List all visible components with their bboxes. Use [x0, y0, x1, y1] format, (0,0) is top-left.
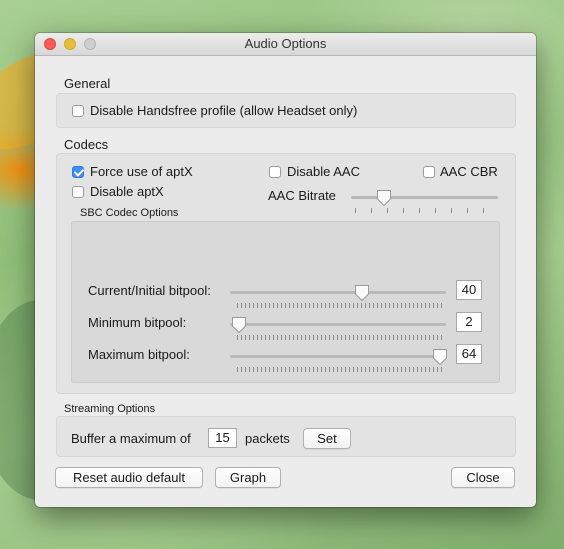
current-bitpool-label: Current/Initial bitpool:	[88, 283, 211, 298]
disable-aac-label[interactable]: Disable AAC	[287, 164, 360, 179]
general-heading: General	[64, 76, 111, 91]
disable-aptx-checkbox[interactable]	[72, 186, 84, 198]
minimum-bitpool-slider-thumb[interactable]	[231, 316, 247, 334]
maximum-bitpool-ticks	[237, 367, 443, 372]
general-box: Disable Handsfree profile (allow Headset…	[56, 93, 516, 128]
codecs-heading: Codecs	[64, 137, 109, 152]
streaming-box: Buffer a maximum of 15 packets Set	[56, 416, 516, 457]
disable-handsfree-label[interactable]: Disable Handsfree profile (allow Headset…	[90, 103, 357, 118]
maximum-bitpool-field[interactable]: 64	[456, 344, 482, 364]
maximum-bitpool-slider-thumb[interactable]	[432, 348, 448, 366]
aac-cbr-label[interactable]: AAC CBR	[440, 164, 498, 179]
streaming-options-heading: Streaming Options	[64, 403, 156, 415]
codecs-box: Force use of aptX Disable aptX Disable A…	[56, 153, 516, 394]
aac-bitrate-slider-thumb[interactable]	[376, 189, 392, 207]
zoom-window-button[interactable]	[84, 38, 96, 50]
aac-bitrate-label: AAC Bitrate	[268, 188, 336, 203]
current-bitpool-ticks	[237, 303, 443, 308]
current-bitpool-field[interactable]: 40	[456, 280, 482, 300]
set-buffer-button[interactable]: Set	[303, 428, 351, 449]
force-aptx-checkbox[interactable]	[72, 166, 84, 178]
buffer-prefix-label: Buffer a maximum of	[71, 431, 191, 446]
sbc-options-heading: SBC Codec Options	[80, 207, 179, 219]
title-bar[interactable]: Audio Options	[35, 33, 536, 56]
force-aptx-label[interactable]: Force use of aptX	[90, 164, 193, 179]
disable-handsfree-checkbox[interactable]	[72, 105, 84, 117]
sbc-options-box: Current/Initial bitpool: 40 Minimum bitp…	[71, 221, 500, 383]
graph-button[interactable]: Graph	[215, 467, 281, 488]
disable-aac-checkbox[interactable]	[269, 166, 281, 178]
maximum-bitpool-label: Maximum bitpool:	[88, 347, 190, 362]
current-bitpool-slider-thumb[interactable]	[354, 284, 370, 302]
minimize-window-button[interactable]	[64, 38, 76, 50]
reset-audio-default-button[interactable]: Reset audio default	[55, 467, 203, 488]
audio-options-window: Audio Options General Disable Handsfree …	[35, 33, 536, 507]
disable-aptx-label[interactable]: Disable aptX	[90, 184, 164, 199]
close-window-button[interactable]	[44, 38, 56, 50]
minimum-bitpool-field[interactable]: 2	[456, 312, 482, 332]
buffer-suffix-label: packets	[245, 431, 290, 446]
window-title: Audio Options	[244, 36, 327, 51]
minimum-bitpool-ticks	[237, 335, 443, 340]
minimum-bitpool-label: Minimum bitpool:	[88, 315, 187, 330]
close-button[interactable]: Close	[451, 467, 515, 488]
buffer-packets-field[interactable]: 15	[208, 428, 237, 448]
aac-bitrate-ticks	[355, 208, 495, 213]
aac-cbr-checkbox[interactable]	[423, 166, 435, 178]
